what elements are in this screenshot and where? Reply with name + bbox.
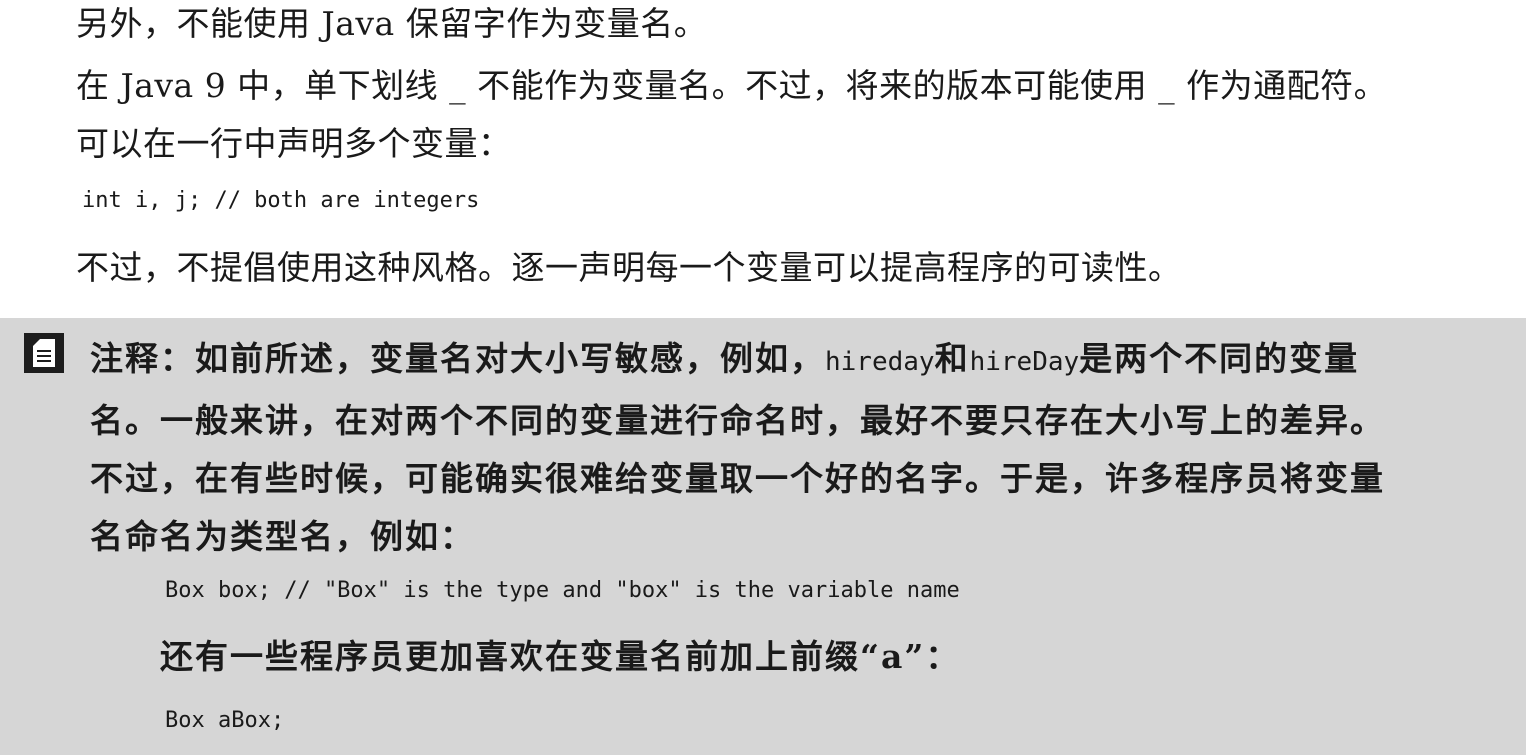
body-paragraph-2: 在 Java 9 中，单下划线 _ 不能作为变量名。不过，将来的版本可能使用 _… — [76, 66, 1388, 105]
note-line-4: 名命名为类型名，例如： — [90, 517, 475, 556]
code-line-3: Box aBox; — [165, 708, 285, 733]
body-paragraph-3: 可以在一行中声明多个变量： — [76, 124, 512, 163]
note-inline-code-hireDay: hireDay — [969, 347, 1080, 377]
note-line-2: 名。一般来讲，在对两个不同的变量进行命名时，最好不要只存在大小写上的差异。 — [90, 401, 1385, 440]
body-paragraph-1: 另外，不能使用 Java 保留字作为变量名。 — [76, 4, 708, 43]
note-label: 注释： — [90, 339, 195, 378]
note-text-1b: 和 — [934, 339, 970, 378]
note-text-1c: 是两个不同的变量 — [1079, 339, 1360, 378]
note-inline-code-hireday: hireday — [825, 347, 935, 377]
note-line-5: 还有一些程序员更加喜欢在变量名前加上前缀“a”： — [160, 637, 961, 676]
code-line-1: int i, j; // both are integers — [82, 188, 480, 213]
note-icon — [24, 333, 64, 373]
code-line-2: Box box; // "Box" is the type and "box" … — [165, 578, 960, 603]
note-line-3: 不过，在有些时候，可能确实很难给变量取一个好的名字。于是，许多程序员将变量 — [90, 459, 1385, 498]
note-text-1a: 如前所述，变量名对大小写敏感，例如， — [195, 339, 825, 378]
note-line-1: 注释：如前所述，变量名对大小写敏感，例如，hireday和hireDay是两个不… — [90, 338, 1359, 383]
body-paragraph-4: 不过，不提倡使用这种风格。逐一声明每一个变量可以提高程序的可读性。 — [76, 248, 1182, 287]
